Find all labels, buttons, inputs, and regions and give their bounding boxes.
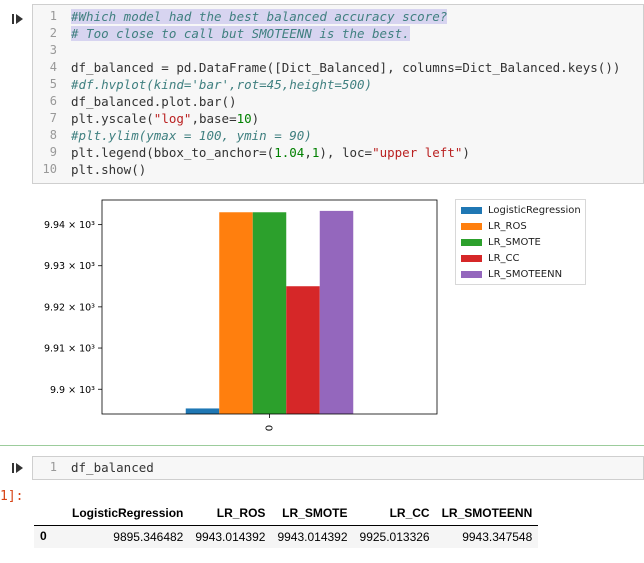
column-header: LR_ROS [189, 503, 272, 526]
output-prompt: 1]: [0, 489, 24, 504]
index-header [34, 503, 66, 526]
line-number: 5 [49, 77, 57, 91]
legend-label: LR_SMOTE [488, 237, 541, 248]
legend-swatch [461, 223, 482, 230]
dataframe-table: LogisticRegression LR_ROS LR_SMOTE LR_CC… [34, 503, 539, 548]
code-token: 1.04 [274, 145, 305, 160]
code-token: ) [251, 111, 260, 126]
bar-LR_CC [286, 286, 320, 414]
bar-LR_ROS [219, 212, 253, 414]
line-number: 3 [49, 43, 57, 57]
code-line[interactable]: #df.hvplot(kind='bar',rot=45,height=500) [71, 76, 643, 93]
legend-label: LR_ROS [488, 221, 527, 232]
legend-swatch [461, 271, 482, 278]
code-token: #Which model had the best balanced accur… [71, 9, 448, 24]
line-number: 6 [49, 94, 57, 108]
line-number: 2 [49, 26, 57, 40]
code-cell-2[interactable]: 1 df_balanced [0, 456, 644, 480]
bar-LR_SMOTEENN [319, 210, 354, 414]
cell-separator [0, 445, 644, 446]
column-header: LogisticRegression [66, 503, 190, 526]
code-token: plt.yscale( [71, 111, 154, 126]
line-number: 10 [42, 162, 57, 176]
code-token: df_balanced.plot.bar() [71, 94, 237, 109]
line-number: 1 [49, 9, 57, 23]
column-header: LR_CC [353, 503, 436, 526]
chart-legend: LogisticRegression LR_ROS LR_SMOTE LR_CC LR_… [455, 199, 586, 285]
code-editor[interactable]: 1 df_balanced [32, 456, 644, 480]
code-token: plt.legend(bbox_to_anchor=( [71, 145, 275, 160]
code-line[interactable]: df_balanced = pd.DataFrame([Dict_Balance… [71, 59, 643, 76]
code-line[interactable]: plt.yscale("log",base=10) [71, 110, 643, 127]
y-tick-label: 9.93 × 10³ [44, 261, 95, 272]
y-tick-label: 9.9 × 10³ [50, 385, 95, 396]
table-cell: 9943.014392 [271, 525, 354, 548]
code-token: "upper left" [372, 145, 463, 160]
column-header: LR_SMOTE [271, 503, 354, 526]
line-number-gutter: 1 2 3 4 5 6 7 8 9 10 [33, 5, 63, 183]
legend-label: LogisticRegression [488, 205, 581, 216]
code-line[interactable]: # Too close to call but SMOTEENN is the … [71, 25, 643, 42]
line-number: 1 [49, 460, 57, 474]
code-token: , [304, 145, 312, 160]
code-line[interactable]: df_balanced.plot.bar() [71, 93, 643, 110]
line-number: 9 [49, 145, 57, 159]
code-token: "log" [153, 111, 192, 126]
code-token: plt.show() [71, 162, 147, 177]
code-line[interactable]: df_balanced [71, 459, 643, 476]
code-token: 10 [236, 111, 252, 126]
y-tick-label: 9.91 × 10³ [44, 344, 95, 355]
run-cell-icon[interactable] [11, 461, 25, 475]
code-token: ,base= [191, 111, 237, 126]
bar-chart: 9.9 × 10³ 9.91 × 10³ 9.92 × 10³ 9.93 × 10³ 9… [40, 198, 450, 447]
code-line[interactable]: plt.show() [71, 161, 643, 178]
legend-swatch [461, 207, 482, 214]
code-cell-1[interactable]: 1 2 3 4 5 6 7 8 9 10 #Which model had the best ba… [0, 4, 644, 184]
chart-svg: 9.9 × 10³ 9.91 × 10³ 9.92 × 10³ 9.93 × 10³ 9… [44, 199, 438, 431]
run-cell-icon[interactable] [11, 12, 25, 26]
bar-LR_SMOTE [252, 212, 287, 414]
code-line[interactable]: plt.legend(bbox_to_anchor=(1.04,1), loc=… [71, 144, 643, 161]
code-token: #df.hvplot(kind='bar',rot=45,height=500) [71, 77, 373, 92]
legend-label: LR_CC [488, 253, 520, 264]
line-number-gutter: 1 [33, 457, 63, 479]
table-row: 0 9895.346482 9943.014392 9943.014392 99… [34, 525, 539, 548]
table-cell: 9895.346482 [66, 525, 190, 548]
line-number: 7 [49, 111, 57, 125]
row-index: 0 [34, 525, 66, 548]
y-tick-label: 9.94 × 10³ [44, 220, 95, 231]
legend-swatch [461, 255, 482, 262]
table-cell: 9943.347548 [435, 525, 539, 548]
legend-label: LR_SMOTEENN [488, 269, 563, 280]
code-token: df_balanced [71, 460, 154, 475]
line-number: 4 [49, 60, 57, 74]
y-tick-label: 9.92 × 10³ [44, 302, 95, 313]
table-cell: 9943.014392 [189, 525, 272, 548]
code-editor[interactable]: 1 2 3 4 5 6 7 8 9 10 #Which model had the best ba… [32, 4, 644, 184]
column-header: LR_SMOTEENN [435, 503, 539, 526]
code-line[interactable]: #Which model had the best balanced accur… [71, 8, 643, 25]
code-token: ), loc= [319, 145, 373, 160]
code-token: #plt.ylim(ymax = 100, ymin = 90) [71, 128, 312, 143]
table-header-row: LogisticRegression LR_ROS LR_SMOTE LR_CC… [34, 503, 539, 526]
code-token: # Too close to call but SMOTEENN is the … [71, 26, 410, 41]
code-line[interactable]: #plt.ylim(ymax = 100, ymin = 90) [71, 127, 643, 144]
x-tick-label: 0 [265, 425, 276, 431]
line-number: 8 [49, 128, 57, 142]
legend-swatch [461, 239, 482, 246]
bar-LogisticRegression [185, 408, 220, 414]
code-token: ) [462, 145, 470, 160]
code-token: df_balanced = pd.DataFrame([Dict_Balance… [71, 60, 621, 75]
table-cell: 9925.013326 [353, 525, 436, 548]
